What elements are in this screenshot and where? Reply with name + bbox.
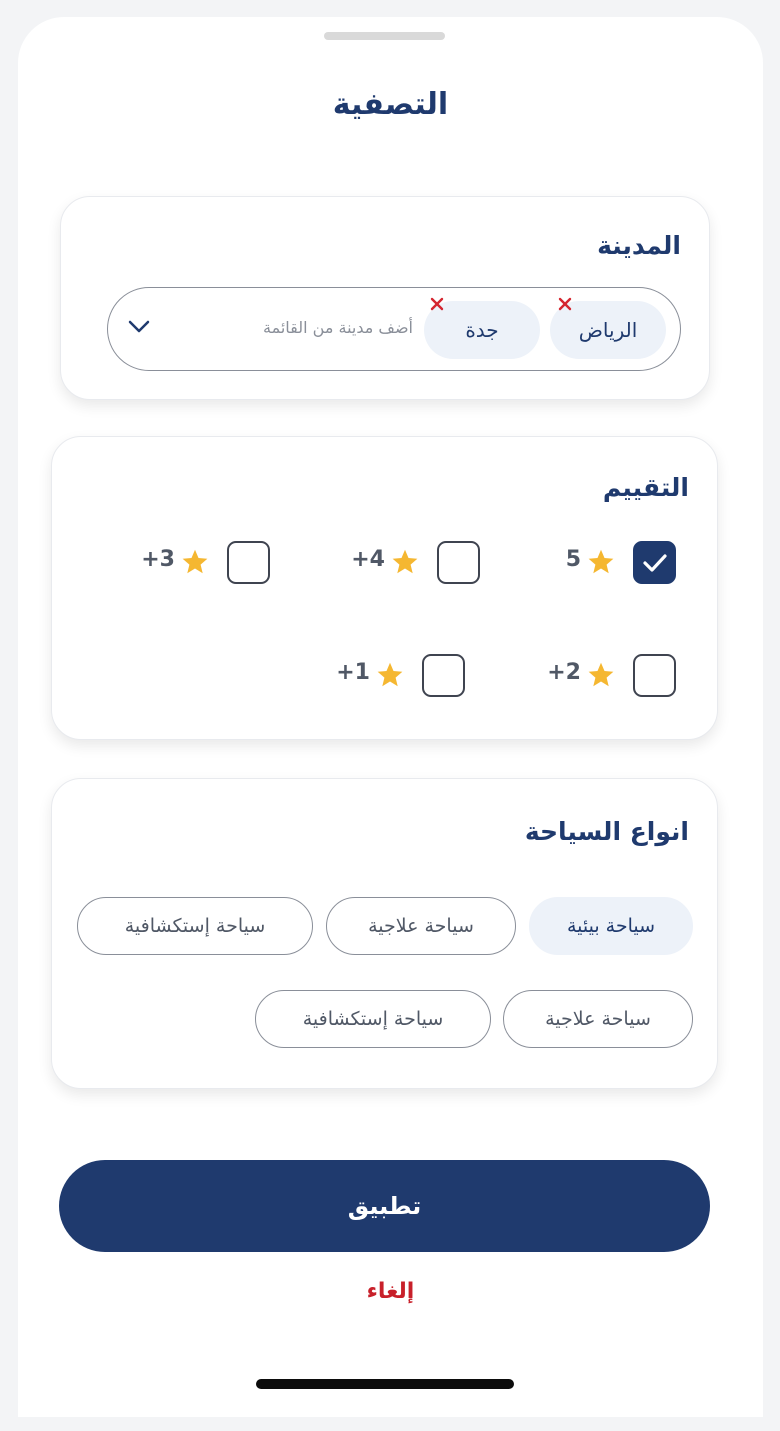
- rating-checkbox[interactable]: [633, 654, 676, 697]
- city-chip-riyadh[interactable]: الرياض: [550, 297, 666, 359]
- rating-label: +3: [141, 547, 175, 572]
- city-chip-jeddah[interactable]: جدة: [424, 297, 540, 359]
- tourism-option-medical[interactable]: سياحة علاجية: [326, 897, 516, 955]
- rating-title: التقييم: [602, 473, 689, 502]
- star-icon: [392, 549, 418, 574]
- page-title: التصفية: [332, 87, 449, 122]
- rating-label: 5: [565, 547, 581, 572]
- sheet-grabber[interactable]: [324, 32, 445, 40]
- rating-option-3plus[interactable]: +3: [120, 541, 270, 585]
- tourism-option-exploration[interactable]: سياحة إستكشافية: [77, 897, 313, 955]
- home-indicator[interactable]: [256, 1379, 514, 1389]
- star-icon: [588, 549, 614, 574]
- tourism-card: انواع السياحة سياحة بيئية سياحة علاجية س…: [51, 778, 718, 1089]
- rating-label: +1: [336, 660, 370, 685]
- star-icon: [377, 662, 403, 687]
- tourism-option-exploration[interactable]: سياحة إستكشافية: [255, 990, 491, 1048]
- close-icon[interactable]: [430, 297, 444, 311]
- city-chip-label: جدة: [465, 318, 499, 342]
- rating-option-2plus[interactable]: +2: [526, 654, 676, 698]
- city-select[interactable]: أضف مدينة من القائمة الرياض جدة: [107, 287, 681, 371]
- rating-label: +4: [351, 547, 385, 572]
- rating-option-5[interactable]: 5: [526, 541, 676, 585]
- star-icon: [182, 549, 208, 574]
- city-placeholder: أضف مدينة من القائمة: [263, 318, 413, 337]
- tourism-option-eco[interactable]: سياحة بيئية: [529, 897, 693, 955]
- check-icon: [643, 554, 667, 572]
- cancel-button[interactable]: إلغاء: [18, 1279, 763, 1304]
- rating-checkbox[interactable]: [422, 654, 465, 697]
- rating-checkbox[interactable]: [227, 541, 270, 584]
- rating-label: +2: [547, 660, 581, 685]
- rating-card: التقييم 5 +4 +3 +2 +1: [51, 436, 718, 740]
- star-icon: [588, 662, 614, 687]
- tourism-option-medical[interactable]: سياحة علاجية: [503, 990, 693, 1048]
- city-chip-label: الرياض: [578, 318, 638, 342]
- city-title: المدينة: [597, 231, 681, 260]
- rating-option-4plus[interactable]: +4: [330, 541, 480, 585]
- apply-button[interactable]: تطبيق: [59, 1160, 710, 1252]
- close-icon[interactable]: [558, 297, 572, 311]
- filter-sheet: التصفية المدينة أضف مدينة من القائمة الر…: [18, 17, 763, 1417]
- tourism-title: انواع السياحة: [524, 817, 689, 846]
- rating-option-1plus[interactable]: +1: [315, 654, 465, 698]
- rating-checkbox[interactable]: [437, 541, 480, 584]
- rating-checkbox[interactable]: [633, 541, 676, 584]
- chevron-down-icon[interactable]: [128, 320, 150, 334]
- city-card: المدينة أضف مدينة من القائمة الرياض جدة: [60, 196, 710, 400]
